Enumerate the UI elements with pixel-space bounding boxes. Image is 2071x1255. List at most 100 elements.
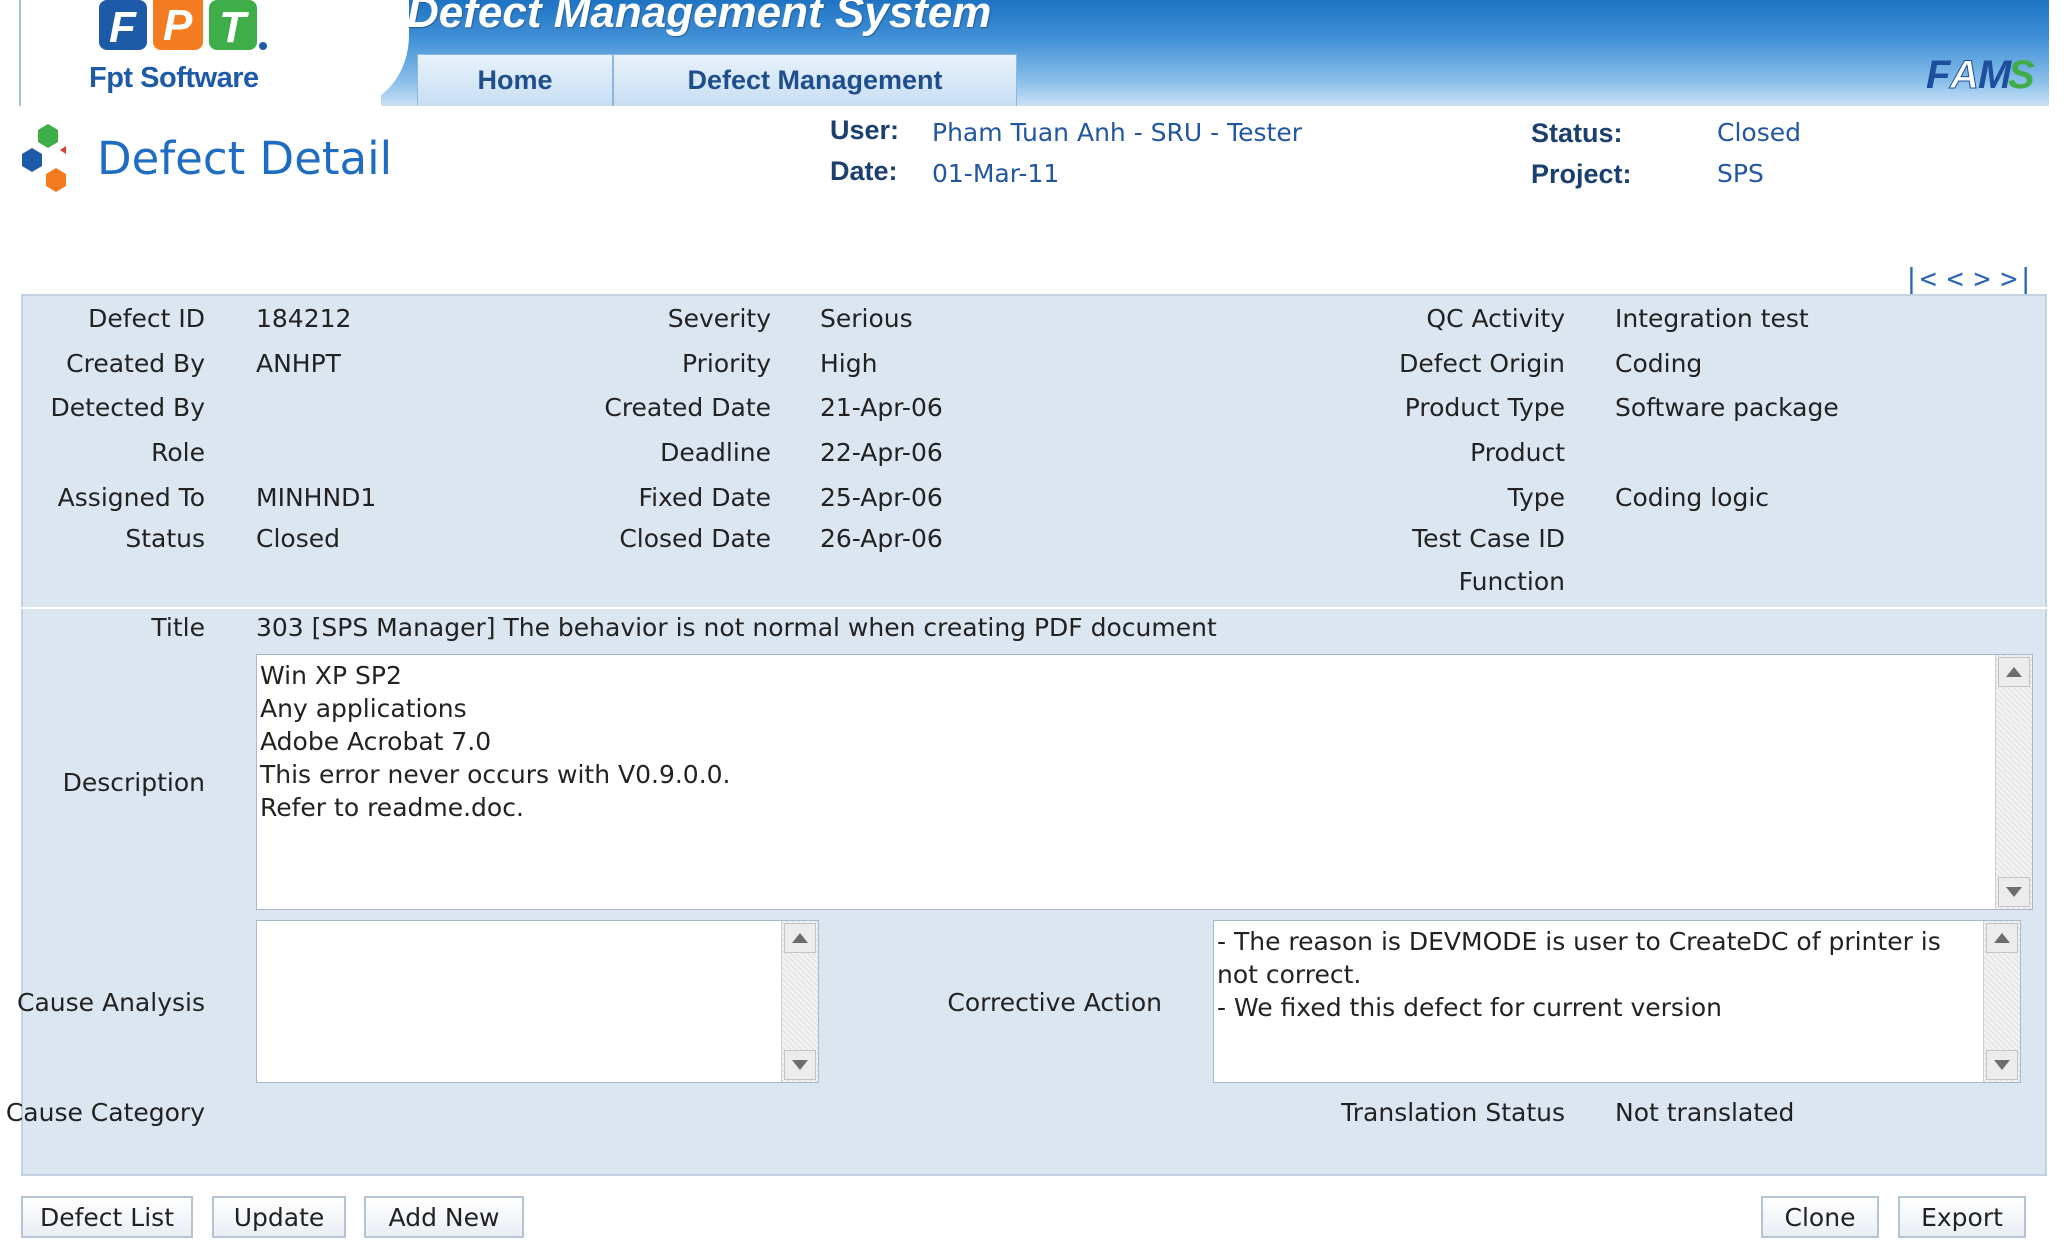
- translation-status-value: Not translated: [1615, 1098, 1795, 1127]
- cause-analysis-scrollbar[interactable]: [781, 921, 818, 1082]
- defect-detail-icon: [22, 124, 66, 192]
- closed-date-value: 26-Apr-06: [820, 524, 943, 553]
- translation-status-label: Translation Status: [1341, 1098, 1565, 1127]
- fams-logo-icon: F A M S: [1926, 53, 2035, 98]
- deadline-label: Deadline: [660, 438, 771, 467]
- description-line: Adobe Acrobat 7.0: [260, 727, 492, 756]
- qc-activity-label: QC Activity: [1426, 304, 1565, 333]
- deadline-value: 22-Apr-06: [820, 438, 943, 467]
- defect-origin-label: Defect Origin: [1399, 349, 1565, 378]
- page-title: Defect Detail: [97, 132, 393, 185]
- corrective-action-line: - We fixed this defect for current versi…: [1217, 993, 1723, 1022]
- header-status-label: Status:: [1531, 118, 1623, 148]
- add-new-button[interactable]: Add New: [364, 1196, 524, 1238]
- role-label: Role: [151, 438, 205, 467]
- description-line: Refer to readme.doc.: [260, 793, 524, 822]
- section-divider: [21, 607, 2047, 609]
- title-label: Title: [151, 613, 205, 642]
- defect-id-value: 184212: [256, 304, 352, 333]
- corrective-action-textarea[interactable]: - The reason is DEVMODE is user to Creat…: [1213, 920, 2021, 1083]
- title-value: 303 [SPS Manager] The behavior is not no…: [256, 613, 1217, 642]
- arrow-down-icon: [1994, 1060, 2010, 1070]
- pager-prev-button[interactable]: <: [1947, 262, 1964, 295]
- date-value: 01-Mar-11: [932, 159, 1060, 188]
- arrow-up-icon: [792, 933, 808, 943]
- test-case-id-label: Test Case ID: [1412, 524, 1565, 553]
- app-title: Defect Management System: [407, 0, 992, 37]
- cause-analysis-label: Cause Analysis: [17, 988, 205, 1017]
- corrective-action-line: - The reason is DEVMODE is user to Creat…: [1217, 927, 1949, 989]
- header-banner: F P T Fpt Software Defect Management Sys…: [19, 0, 2049, 106]
- arrow-up-icon: [1994, 933, 2010, 943]
- closed-date-label: Closed Date: [619, 524, 771, 553]
- fpt-logo-icon: F P T: [99, 0, 267, 52]
- assigned-to-label: Assigned To: [57, 483, 205, 512]
- created-by-value: ANHPT: [256, 349, 341, 378]
- svg-text:F: F: [1926, 53, 1952, 97]
- type-value: Coding logic: [1615, 483, 1770, 512]
- arrow-down-icon: [2006, 887, 2022, 897]
- arrow-up-icon: [2006, 667, 2022, 677]
- defect-list-button[interactable]: Defect List: [21, 1196, 193, 1238]
- export-button[interactable]: Export: [1898, 1196, 2026, 1238]
- pager-last-button[interactable]: >|: [2000, 262, 2034, 295]
- cause-analysis-textarea[interactable]: [256, 920, 819, 1083]
- main-nav: Home Defect Management: [417, 54, 1017, 106]
- scroll-up-button[interactable]: [1998, 657, 2030, 687]
- svg-text:A: A: [1949, 53, 1979, 97]
- type-label: Type: [1507, 483, 1565, 512]
- scroll-up-button[interactable]: [784, 923, 816, 953]
- product-label: Product: [1470, 438, 1565, 467]
- scroll-down-button[interactable]: [784, 1050, 816, 1080]
- brand-name: Fpt Software: [89, 62, 259, 94]
- fixed-date-label: Fixed Date: [638, 483, 771, 512]
- priority-value: High: [820, 349, 878, 378]
- detected-by-label: Detected By: [50, 393, 205, 422]
- qc-activity-value: Integration test: [1615, 304, 1809, 333]
- scroll-down-button[interactable]: [1986, 1050, 2018, 1080]
- severity-label: Severity: [667, 304, 771, 333]
- status-label: Status: [125, 524, 205, 553]
- function-label: Function: [1458, 567, 1565, 596]
- svg-text:P: P: [163, 1, 193, 50]
- svg-text:F: F: [109, 3, 137, 52]
- date-label: Date:: [830, 156, 898, 186]
- scroll-up-button[interactable]: [1986, 923, 2018, 953]
- brand-logo-area: F P T Fpt Software: [19, 0, 381, 106]
- defect-origin-value: Coding: [1615, 349, 1703, 378]
- cause-category-label: Cause Category: [5, 1098, 205, 1127]
- header-status-value: Closed: [1717, 118, 1801, 147]
- arrow-down-icon: [792, 1060, 808, 1070]
- svg-text:S: S: [2008, 53, 2035, 97]
- description-line: Win XP SP2: [260, 661, 402, 690]
- description-text: Win XP SP2 Any applications Adobe Acroba…: [260, 659, 1992, 824]
- corrective-action-label: Corrective Action: [947, 988, 1162, 1017]
- pager-first-button[interactable]: |<: [1903, 262, 1937, 295]
- corrective-action-scrollbar[interactable]: [1983, 921, 2020, 1082]
- assigned-to-value: MINHND1: [256, 483, 377, 512]
- project-value: SPS: [1717, 159, 1764, 188]
- scroll-down-button[interactable]: [1998, 877, 2030, 907]
- product-type-value: Software package: [1615, 393, 1839, 422]
- description-label: Description: [62, 768, 205, 797]
- description-line: Any applications: [260, 694, 467, 723]
- product-type-label: Product Type: [1404, 393, 1565, 422]
- record-pager: |< < > >|: [1903, 262, 2034, 295]
- project-label: Project:: [1531, 159, 1632, 189]
- priority-label: Priority: [682, 349, 771, 378]
- pager-next-button[interactable]: >: [1974, 262, 1991, 295]
- update-button[interactable]: Update: [212, 1196, 346, 1238]
- corrective-action-text: - The reason is DEVMODE is user to Creat…: [1217, 925, 1980, 1024]
- description-textarea[interactable]: Win XP SP2 Any applications Adobe Acroba…: [256, 654, 2033, 910]
- description-scrollbar[interactable]: [1995, 655, 2032, 909]
- defect-id-label: Defect ID: [88, 304, 205, 333]
- tab-home[interactable]: Home: [417, 54, 613, 106]
- created-date-value: 21-Apr-06: [820, 393, 943, 422]
- description-line: This error never occurs with V0.9.0.0.: [260, 760, 731, 789]
- clone-button[interactable]: Clone: [1761, 1196, 1879, 1238]
- tab-defect-management[interactable]: Defect Management: [613, 54, 1017, 106]
- status-value: Closed: [256, 524, 340, 553]
- user-label: User:: [830, 115, 900, 145]
- svg-text:T: T: [219, 3, 249, 52]
- user-value: Pham Tuan Anh - SRU - Tester: [932, 118, 1303, 147]
